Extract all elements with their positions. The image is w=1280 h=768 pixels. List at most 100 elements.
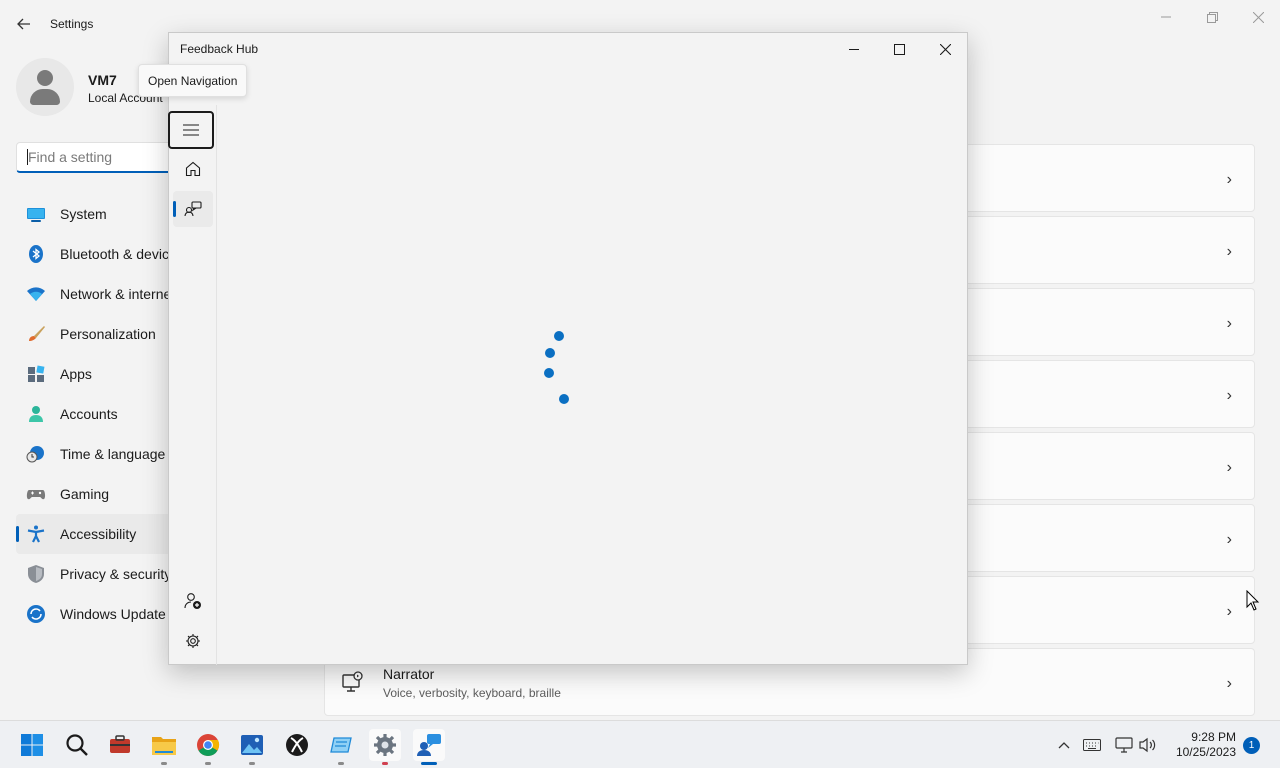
keyboard-tray-button[interactable] xyxy=(1082,735,1102,755)
sidebar-item-time-language[interactable]: Time & language xyxy=(16,434,176,474)
sidebar-item-network[interactable]: Network & internet xyxy=(16,274,176,314)
gamepad-icon xyxy=(26,490,46,500)
globe-clock-icon xyxy=(26,446,44,463)
taskbar-clock[interactable]: 9:28 PM 10/25/2023 xyxy=(1170,730,1236,760)
search-input[interactable]: Find a setting xyxy=(16,142,176,173)
sidebar-item-accessibility[interactable]: Accessibility xyxy=(16,514,176,554)
taskbar-feedback-hub[interactable] xyxy=(413,729,445,765)
brush-icon xyxy=(29,326,45,341)
add-account-button[interactable] xyxy=(173,583,213,619)
spinner-dot xyxy=(545,348,555,358)
update-icon xyxy=(27,605,45,623)
sidebar-item-personalization[interactable]: Personalization xyxy=(16,314,176,354)
bluetooth-icon xyxy=(29,245,43,263)
sidebar-item-windows-update[interactable]: Windows Update xyxy=(16,594,176,634)
close-icon xyxy=(1252,11,1264,23)
spinner-dot xyxy=(544,368,554,378)
search-placeholder: Find a setting xyxy=(28,149,113,165)
taskbar-settings[interactable] xyxy=(369,729,401,765)
chevron-right-icon: › xyxy=(1226,531,1232,548)
sidebar-item-bluetooth[interactable]: Bluetooth & devices xyxy=(16,234,176,274)
chevron-right-icon: › xyxy=(1226,675,1232,692)
sidebar-item-label: Windows Update xyxy=(60,606,166,622)
hub-maximize-button[interactable] xyxy=(883,37,915,61)
person-add-icon xyxy=(184,593,201,609)
sidebar-item-label: Time & language xyxy=(60,446,166,462)
settings-restore-button[interactable] xyxy=(1192,8,1232,26)
taskbar-app-window[interactable] xyxy=(325,729,357,765)
open-navigation-button[interactable] xyxy=(168,111,214,149)
back-button[interactable] xyxy=(12,12,36,36)
settings-title: Settings xyxy=(50,17,94,31)
chevron-right-icon: › xyxy=(1226,243,1232,260)
narrator-title: Narrator xyxy=(383,666,435,682)
narrator-subtitle: Voice, verbosity, keyboard, braille xyxy=(383,686,561,700)
running-indicator xyxy=(338,762,344,765)
app-window-icon xyxy=(330,737,352,753)
taskbar-file-explorer[interactable] xyxy=(148,729,180,765)
notification-badge[interactable]: 1 xyxy=(1243,737,1260,754)
sidebar-item-label: System xyxy=(60,206,107,222)
open-navigation-tooltip: Open Navigation xyxy=(138,64,248,97)
xbox-icon xyxy=(286,734,308,756)
sidebar-item-label: Apps xyxy=(60,366,92,382)
sidebar-item-label: Network & internet xyxy=(60,286,176,302)
taskbar-photos[interactable] xyxy=(236,729,268,765)
taskbar-search-button[interactable] xyxy=(61,729,93,761)
hub-minimize-button[interactable] xyxy=(838,37,870,61)
sidebar-item-apps[interactable]: Apps xyxy=(16,354,176,394)
toolbox-icon xyxy=(110,735,130,753)
network-tray-button[interactable] xyxy=(1114,735,1134,755)
volume-tray-button[interactable] xyxy=(1138,735,1158,755)
taskbar-chrome[interactable] xyxy=(192,729,224,765)
minimize-icon xyxy=(1161,16,1171,18)
system-icon xyxy=(27,208,45,222)
photos-icon xyxy=(241,735,263,755)
settings-gear-icon xyxy=(374,734,396,756)
home-nav-button[interactable] xyxy=(173,151,213,187)
file-explorer-icon xyxy=(152,737,176,755)
chevron-right-icon: › xyxy=(1226,603,1232,620)
show-hidden-icons-button[interactable] xyxy=(1054,735,1074,755)
sidebar-item-privacy[interactable]: Privacy & security xyxy=(16,554,176,594)
feedback-hub-icon xyxy=(417,734,441,756)
chevron-up-icon xyxy=(1058,742,1070,749)
back-arrow-icon xyxy=(17,18,30,30)
narrator-icon xyxy=(342,671,363,692)
sidebar-item-label: Personalization xyxy=(60,326,156,342)
spinner-dot xyxy=(559,394,569,404)
settings-minimize-button[interactable] xyxy=(1146,8,1186,26)
close-icon xyxy=(939,43,951,55)
minimize-icon xyxy=(849,49,859,50)
restore-icon xyxy=(1206,11,1218,23)
start-button[interactable] xyxy=(16,729,48,761)
sidebar-item-label: Bluetooth & devices xyxy=(60,246,176,262)
chevron-right-icon: › xyxy=(1226,171,1232,188)
keyboard-icon xyxy=(1083,739,1101,751)
gear-icon xyxy=(186,634,200,648)
taskbar-toolbox-app[interactable] xyxy=(104,729,136,761)
sidebar-item-label: Accounts xyxy=(60,406,118,422)
mouse-cursor-icon xyxy=(1246,590,1260,611)
clock-date: 10/25/2023 xyxy=(1175,745,1236,759)
sidebar-item-gaming[interactable]: Gaming xyxy=(16,474,176,514)
spinner-dot xyxy=(554,331,564,341)
settings-close-button[interactable] xyxy=(1238,8,1278,26)
sidebar-item-accounts[interactable]: Accounts xyxy=(16,394,176,434)
volume-icon xyxy=(1139,737,1156,753)
hamburger-menu-icon xyxy=(183,124,199,136)
sidebar-item-label: Gaming xyxy=(60,486,110,502)
sidebar-item-system[interactable]: System xyxy=(16,194,176,234)
network-icon xyxy=(1115,737,1133,753)
feedback-hub-title: Feedback Hub xyxy=(180,42,259,56)
taskbar-xbox[interactable] xyxy=(281,729,313,761)
chevron-right-icon: › xyxy=(1226,315,1232,332)
feedback-nav-button[interactable] xyxy=(173,191,213,227)
sidebar-item-label: Privacy & security xyxy=(60,566,172,582)
hub-close-button[interactable] xyxy=(929,37,961,61)
home-icon xyxy=(185,161,201,177)
settings-nav-button[interactable] xyxy=(173,623,213,659)
avatar[interactable] xyxy=(16,58,74,116)
running-indicator xyxy=(382,762,388,765)
chrome-icon xyxy=(197,734,220,756)
